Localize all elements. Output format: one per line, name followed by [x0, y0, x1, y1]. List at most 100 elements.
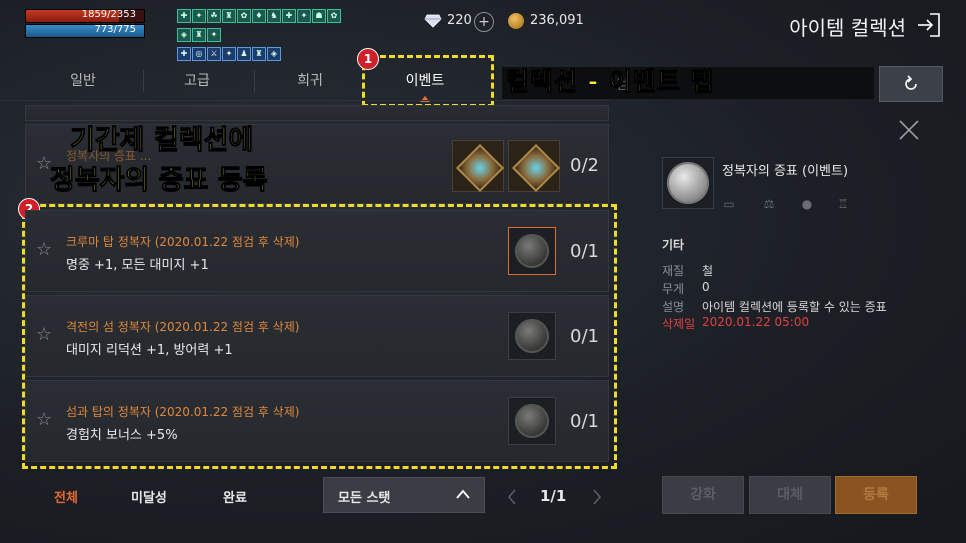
- adena-count: 236,091: [530, 13, 584, 28]
- detail-label-delete-date: 삭제일: [662, 317, 696, 331]
- buff-icon[interactable]: ♟: [237, 47, 251, 61]
- storage-icon: ▭: [723, 197, 735, 211]
- stat-filter-select[interactable]: 모든 스탯: [323, 477, 485, 513]
- buff-icons: ✚ ✦ ☘ ♜ ✿ ♦ ♞ ✚ ✦ ☗ ✿◈ ♜ ✦ ✚ ◎ ⚔ ✦ ♟ ♜ ◈: [177, 9, 355, 66]
- material-slot[interactable]: [452, 140, 505, 193]
- detail-value-material: 철: [702, 264, 714, 278]
- event-tab-highlight: [362, 55, 494, 107]
- list-item[interactable]: ☆ 섬과 탑의 정복자 (2020.01.22 점검 후 삭제) 경험치 보너스…: [25, 380, 609, 462]
- buff-icon[interactable]: ✿: [237, 9, 251, 23]
- favorite-star-icon[interactable]: ☆: [36, 411, 54, 429]
- buff-icon[interactable]: ⚔: [207, 47, 221, 61]
- refresh-button[interactable]: [879, 66, 943, 102]
- gem-icon: [511, 143, 561, 193]
- conqueror-token-icon: [667, 162, 709, 204]
- register-button[interactable]: 등록: [835, 476, 917, 514]
- buff-icon[interactable]: ♜: [192, 28, 206, 42]
- buff-icon[interactable]: ✚: [177, 47, 191, 61]
- tab-divider: [254, 70, 255, 92]
- buff-icon[interactable]: ♦: [252, 9, 266, 23]
- step-badge-1: 1: [357, 48, 379, 70]
- item-title: 섬과 탑의 정복자 (2020.01.22 점검 후 삭제): [66, 405, 300, 419]
- list-item[interactable]: ☆ 격전의 섬 정복자 (2020.01.22 점검 후 삭제) 대미지 리덕션…: [25, 295, 609, 377]
- buff-icon[interactable]: ◈: [177, 28, 191, 42]
- item-count: 0/1: [570, 241, 599, 262]
- chevron-up-icon: [456, 489, 470, 499]
- detail-value-weight: 0: [702, 280, 710, 294]
- buff-icon[interactable]: ✚: [177, 9, 191, 23]
- diamond-count: 220: [447, 13, 472, 28]
- filter-complete[interactable]: 완료: [223, 487, 247, 506]
- hp-bar: 1859/2353: [25, 9, 145, 23]
- item-count: 0/1: [570, 326, 599, 347]
- item-count: 0/1: [570, 411, 599, 432]
- tab-advanced[interactable]: 고급: [147, 70, 247, 90]
- buff-icon[interactable]: ◈: [267, 47, 281, 61]
- scale-icon: ⚖: [763, 197, 775, 211]
- buff-icon[interactable]: ◎: [192, 47, 206, 61]
- add-diamond-button[interactable]: +: [474, 12, 494, 32]
- hp-text: 1859/2353: [81, 9, 136, 20]
- item-count: 0/2: [570, 155, 599, 176]
- buff-icon[interactable]: ✦: [297, 9, 311, 23]
- item-title: 크루마 탑 정복자 (2020.01.22 점검 후 삭제): [66, 235, 300, 249]
- buff-icon[interactable]: ✦: [207, 28, 221, 42]
- overlay-caption-line2: 정복자의 증표 등록: [50, 165, 269, 197]
- material-slot[interactable]: [508, 227, 556, 275]
- item-stat: 명중 +1, 모든 대미지 +1: [66, 258, 209, 273]
- stat-select-value: 모든 스탯: [338, 491, 391, 506]
- detail-value-delete-date: 2020.01.22 05:00: [702, 315, 810, 329]
- event-tab-caption: 컬렉션 - 이벤트 탭: [506, 67, 715, 97]
- detail-item-icon: [662, 157, 714, 209]
- material-slot[interactable]: [508, 397, 556, 445]
- enhance-button[interactable]: 강화: [662, 476, 744, 514]
- buff-icon[interactable]: ✚: [282, 9, 296, 23]
- exit-icon[interactable]: [916, 12, 942, 38]
- conqueror-token-icon: [515, 319, 549, 353]
- buff-icon[interactable]: ✦: [222, 47, 236, 61]
- replace-button[interactable]: 대체: [749, 476, 831, 514]
- page-indicator: 1/1: [540, 487, 567, 505]
- buff-icon[interactable]: ♜: [222, 9, 236, 23]
- filter-all[interactable]: 전체: [54, 487, 78, 506]
- tab-divider: [143, 70, 144, 92]
- close-icon[interactable]: [897, 118, 921, 142]
- detail-label-description: 설명: [662, 300, 685, 314]
- diamond-icon: [424, 14, 442, 28]
- filter-incomplete[interactable]: 미달성: [131, 487, 167, 506]
- refresh-icon: [905, 75, 917, 90]
- buff-icon[interactable]: ♜: [252, 47, 266, 61]
- detail-label-material: 재질: [662, 264, 685, 278]
- buff-icon[interactable]: ☘: [207, 9, 221, 23]
- gold-coin-icon: [508, 13, 524, 29]
- detail-item-name: 정복자의 증표 (이벤트): [722, 164, 849, 179]
- item-stat: 경험치 보너스 +5%: [66, 428, 178, 443]
- tab-rare[interactable]: 희귀: [260, 70, 360, 90]
- prev-page-icon[interactable]: [507, 489, 517, 505]
- detail-section-title: 기타: [662, 238, 685, 252]
- next-page-icon[interactable]: [592, 489, 602, 505]
- favorite-star-icon[interactable]: ☆: [36, 241, 54, 259]
- tab-underline: [0, 100, 610, 101]
- mp-text: 773/775: [94, 24, 136, 35]
- buff-icon[interactable]: ✦: [192, 9, 206, 23]
- item-stat: 대미지 리덕션 +1, 방어력 +1: [66, 343, 233, 358]
- buff-icon[interactable]: ✿: [327, 9, 341, 23]
- conqueror-token-icon: [515, 404, 549, 438]
- item-title: 격전의 섬 정복자 (2020.01.22 점검 후 삭제): [66, 320, 300, 334]
- detail-value-description: 아이템 컬렉션에 등록할 수 있는 증표: [702, 300, 887, 314]
- gem-icon: [455, 143, 505, 193]
- detail-label-weight: 무게: [662, 282, 685, 296]
- favorite-star-icon[interactable]: ☆: [36, 326, 54, 344]
- material-slot[interactable]: [508, 140, 561, 193]
- material-slot[interactable]: [508, 312, 556, 360]
- lock-icon: ●: [801, 197, 813, 211]
- mp-bar: 773/775: [25, 24, 145, 38]
- overlay-caption-line1: 기간제 컬렉션에: [69, 125, 254, 157]
- tab-normal[interactable]: 일반: [33, 70, 133, 90]
- buff-icon[interactable]: ♞: [267, 9, 281, 23]
- buff-icon[interactable]: ☗: [312, 9, 326, 23]
- page-title: 아이템 컬렉션: [789, 16, 906, 40]
- conqueror-token-icon: [515, 234, 549, 268]
- list-item[interactable]: ☆ 크루마 탑 정복자 (2020.01.22 점검 후 삭제) 명중 +1, …: [25, 210, 609, 292]
